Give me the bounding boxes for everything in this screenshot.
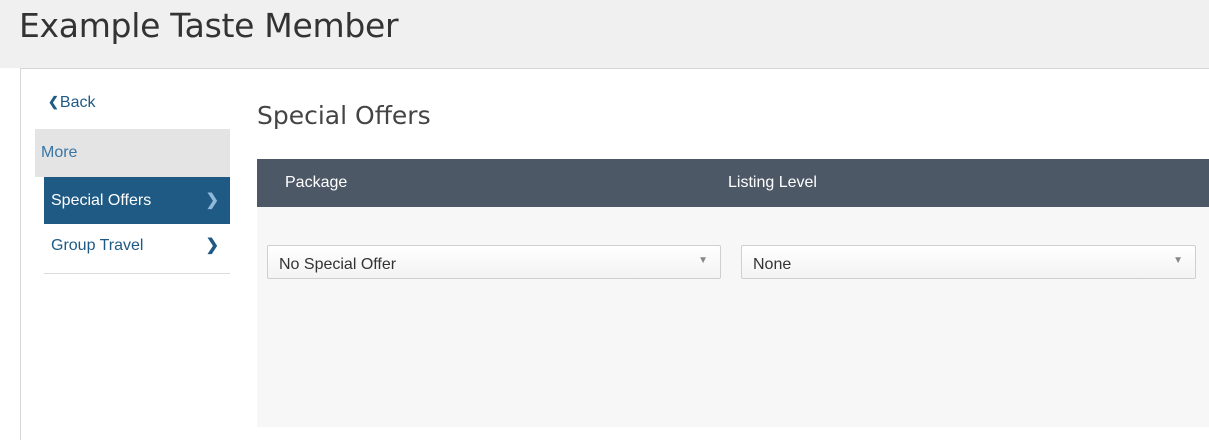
sidebar-item-group-travel[interactable]: Group Travel ❯ bbox=[44, 224, 230, 274]
page-title: Example Taste Member bbox=[19, 6, 399, 45]
sidebar-section-label: More bbox=[41, 144, 78, 161]
sidebar-section-more: More bbox=[35, 129, 230, 177]
caret-down-icon: ▼ bbox=[698, 255, 708, 266]
sidebar-item-special-offers[interactable]: Special Offers ❯ bbox=[44, 177, 230, 224]
special-offers-table: Package Listing Level No Special Offer ▼… bbox=[257, 159, 1209, 427]
column-header-listing-level: Listing Level bbox=[728, 174, 817, 191]
caret-down-icon: ▼ bbox=[1173, 255, 1183, 266]
table-header: Package Listing Level bbox=[257, 159, 1209, 207]
chevron-left-icon: ❮ bbox=[48, 94, 59, 109]
back-label: Back bbox=[59, 94, 96, 111]
package-select-value: No Special Offer bbox=[279, 256, 397, 273]
sidebar-item-label: Special Offers bbox=[51, 192, 152, 209]
page-header: Example Taste Member bbox=[0, 0, 1209, 68]
sidebar-item-label: Group Travel bbox=[51, 237, 144, 254]
column-header-package: Package bbox=[285, 174, 348, 191]
chevron-right-icon: ❯ bbox=[205, 192, 219, 209]
package-select[interactable]: No Special Offer ▼ bbox=[267, 245, 721, 279]
listing-level-select[interactable]: None ▼ bbox=[741, 245, 1196, 279]
section-title: Special Offers bbox=[257, 101, 431, 130]
back-link[interactable]: ❮Back bbox=[48, 94, 95, 112]
listing-level-select-value: None bbox=[753, 256, 792, 273]
chevron-right-icon: ❯ bbox=[205, 237, 219, 254]
